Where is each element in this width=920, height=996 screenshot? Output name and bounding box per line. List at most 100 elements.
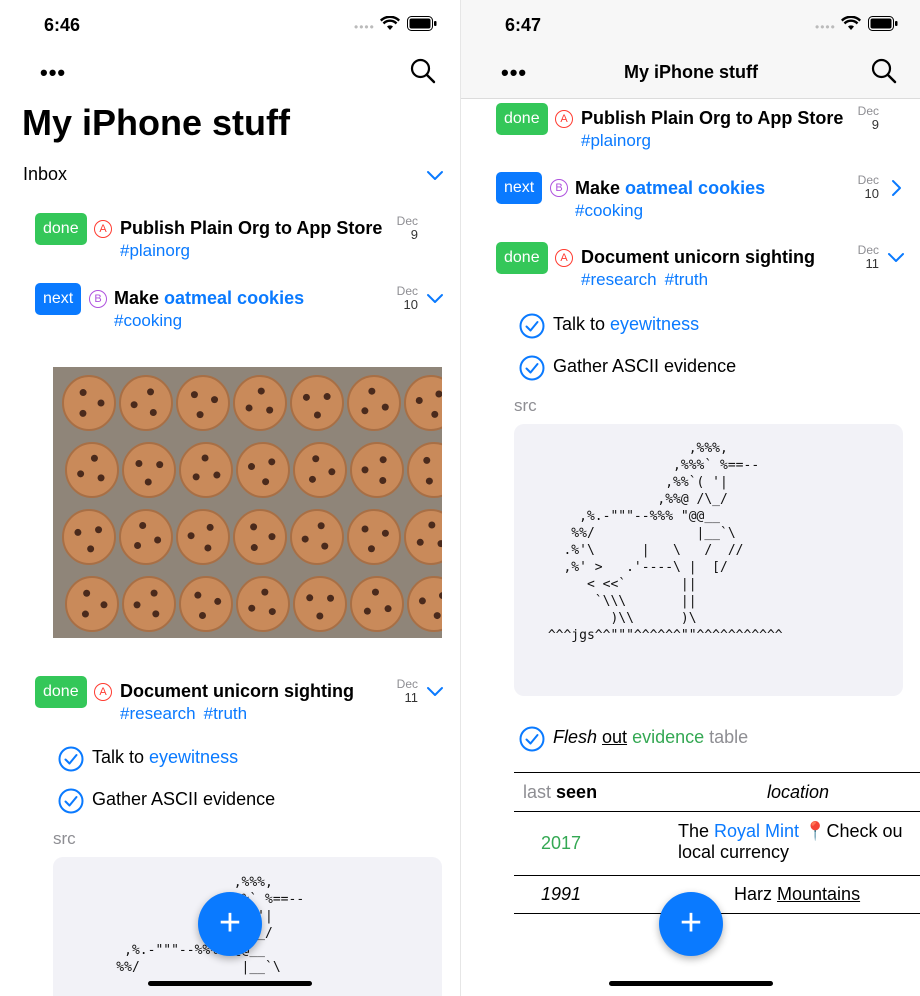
checklist-link[interactable]: eyewitness: [149, 747, 238, 767]
state-badge[interactable]: done: [496, 242, 548, 274]
state-badge[interactable]: done: [35, 213, 87, 245]
tag[interactable]: #truth: [665, 270, 708, 289]
state-badge[interactable]: done: [35, 676, 87, 708]
raisin: [245, 404, 253, 412]
signal-icon: ••••: [354, 20, 375, 34]
search-icon[interactable]: [410, 58, 436, 89]
search-icon[interactable]: [871, 58, 897, 89]
chevron-down-icon[interactable]: [886, 248, 906, 273]
title-link[interactable]: oatmeal cookies: [625, 178, 765, 198]
state-badge[interactable]: done: [496, 103, 548, 135]
raisin: [312, 455, 320, 463]
task-tags: #cooking: [575, 201, 651, 221]
raisin: [133, 601, 141, 609]
battery-icon: [868, 16, 898, 31]
task-tags: #plainorg: [581, 131, 659, 151]
table-cell: Harz Mountains: [734, 884, 861, 904]
checklist-item: Flesh out evidence table: [553, 727, 748, 748]
tag[interactable]: #cooking: [114, 311, 182, 330]
underlined-text: out: [602, 727, 628, 747]
raisin: [156, 461, 164, 469]
task-tags: #research #truth: [120, 704, 255, 724]
raisin: [187, 532, 195, 540]
title-link[interactable]: oatmeal cookies: [164, 288, 304, 308]
raisin: [328, 468, 336, 476]
cookie: [65, 442, 119, 498]
priority-badge: A: [94, 683, 112, 701]
cookie: [119, 375, 173, 431]
task-date: Dec 10: [396, 284, 418, 312]
add-button[interactable]: +: [198, 892, 262, 956]
chevron-down-icon[interactable]: [425, 289, 445, 314]
raisin: [83, 589, 91, 597]
task-date: Dec 11: [857, 243, 879, 271]
table-cell: 1991: [541, 884, 582, 904]
raisin: [204, 544, 212, 552]
raisin: [147, 388, 155, 396]
chevron-down-icon[interactable]: [425, 682, 445, 707]
raisin: [384, 605, 392, 613]
raisin: [97, 474, 105, 482]
tag[interactable]: #research: [120, 704, 196, 723]
chevron-right-icon[interactable]: [886, 178, 906, 203]
checklist-item: Talk to eyewitness: [92, 747, 239, 767]
tag[interactable]: #truth: [204, 704, 247, 723]
raisin: [416, 538, 424, 546]
raisin: [262, 478, 270, 486]
raisin: [361, 466, 369, 474]
task-date: Dec 10: [857, 173, 879, 201]
raisin: [363, 607, 371, 615]
table-link[interactable]: Royal Mint: [714, 821, 799, 841]
tag[interactable]: #plainorg: [581, 131, 651, 150]
cookie: [119, 509, 173, 565]
cookie: [65, 576, 119, 632]
task-date: Dec 9: [396, 214, 418, 242]
raisin: [301, 535, 309, 543]
more-button[interactable]: •••: [40, 62, 66, 84]
checkmark-circle-icon[interactable]: [58, 746, 84, 777]
raisin: [211, 396, 219, 404]
checkmark-circle-icon[interactable]: [519, 726, 545, 757]
raisin: [77, 470, 85, 478]
table-border: [514, 875, 920, 876]
tag[interactable]: #research: [581, 270, 657, 289]
raisin: [306, 594, 314, 602]
raisin: [423, 456, 431, 464]
raisin: [268, 608, 276, 616]
raisin: [79, 409, 87, 417]
src-label: src: [514, 396, 537, 415]
checkmark-circle-icon[interactable]: [519, 313, 545, 344]
cookie: [179, 576, 233, 632]
state-badge[interactable]: next: [35, 283, 82, 315]
raisin: [135, 459, 143, 467]
src-label: src: [53, 829, 76, 848]
state-badge[interactable]: next: [496, 172, 543, 204]
nav-title: My iPhone stuff: [624, 62, 758, 82]
checkmark-circle-icon[interactable]: [519, 355, 545, 386]
checkmark-circle-icon[interactable]: [58, 788, 84, 819]
section-header: Inbox: [23, 164, 68, 184]
add-button[interactable]: +: [659, 892, 723, 956]
home-indicator[interactable]: [609, 981, 773, 986]
raisin: [250, 523, 258, 531]
tag[interactable]: #cooking: [575, 201, 643, 220]
raisin: [196, 411, 204, 419]
cookie: [236, 442, 290, 498]
checklist-link[interactable]: eyewitness: [610, 314, 699, 334]
cookie: [293, 576, 347, 632]
code-block: ,%%%, ,%%%` %==-- ,%%`( '| ,%%@ /\_/ ,%.…: [514, 424, 903, 696]
ascii-art: ,%%%, ,%%%` %==-- ,%%`( '| ,%%@ /\_/ ,%.…: [547, 441, 783, 643]
priority-badge: B: [89, 290, 107, 308]
tag[interactable]: #plainorg: [120, 241, 190, 260]
raisin: [381, 529, 389, 537]
raisin: [433, 612, 441, 620]
task-title: Make oatmeal cookies: [114, 288, 305, 308]
chevron-down-icon[interactable]: [425, 166, 445, 191]
raisin: [361, 407, 369, 415]
cookie: [347, 375, 401, 431]
right-screen: 6:47 •••• ••• My iPhone stuff done A Pub…: [460, 0, 920, 996]
raisin: [144, 478, 152, 486]
task-tags: #research #truth: [581, 270, 716, 290]
raisin: [316, 612, 324, 620]
home-indicator[interactable]: [148, 981, 312, 986]
